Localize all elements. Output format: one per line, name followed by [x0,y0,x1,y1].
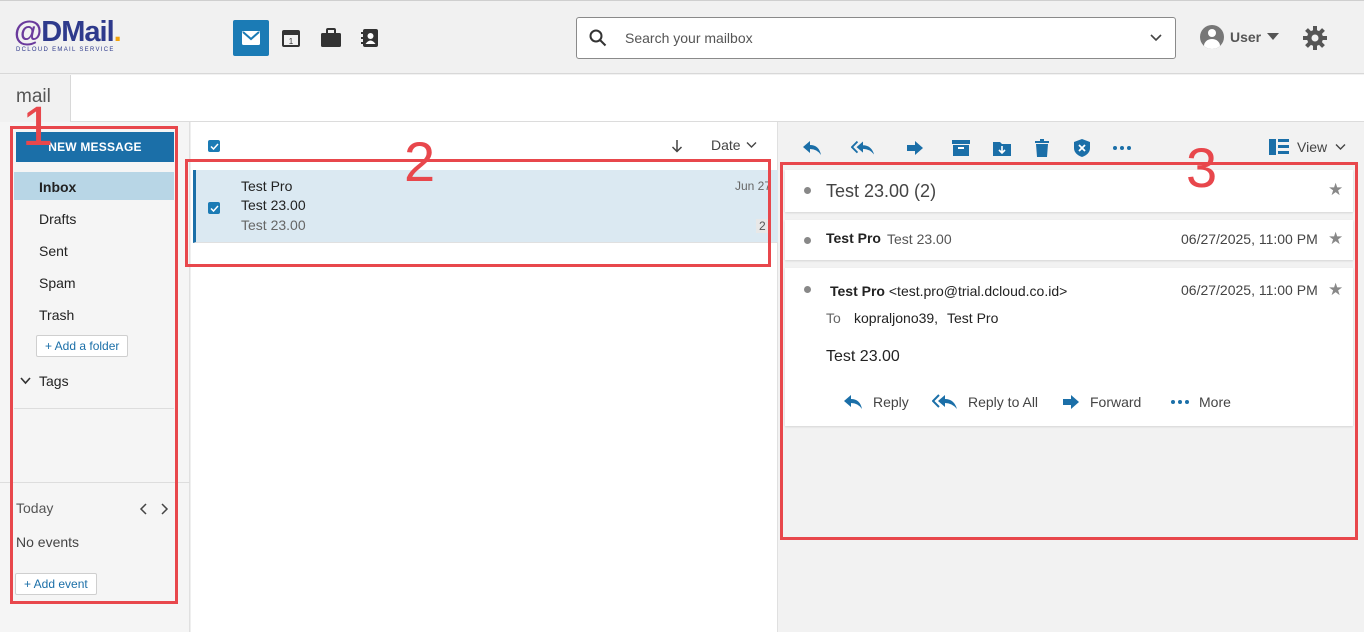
top-header: @DMail. DCLOUD EMAIL SERVICE 1 User [0,0,1364,74]
dmail-logo[interactable]: @DMail. DCLOUD EMAIL SERVICE [14,17,134,57]
layout-icon [1269,139,1289,155]
sort-date-dropdown[interactable]: Date [711,137,757,153]
sort-label: Date [711,137,741,153]
toolbar-forward-button[interactable] [903,136,927,160]
search-input[interactable] [625,18,1125,58]
toolbar-more-button[interactable] [1110,136,1134,160]
avatar [1200,25,1224,49]
svg-text:1: 1 [289,37,294,46]
tab-row: mail [0,75,1364,122]
trash-icon [1035,139,1049,157]
archive-icon [952,140,970,156]
view-dropdown[interactable]: View [1269,139,1346,155]
toolbar-reply-button[interactable] [800,136,824,160]
mail-icon [242,31,260,45]
calendar-icon: 1 [282,30,300,47]
search-icon [589,29,607,47]
select-all-checkbox[interactable] [208,140,220,152]
chevron-down-icon [1335,144,1346,150]
annotation-number-1: 1 [22,94,54,157]
user-label: User [1230,29,1262,45]
annotation-number-2: 2 [404,130,436,193]
more-dots-icon [1113,146,1131,150]
sort-direction-icon[interactable] [671,139,683,153]
reply-icon [803,141,821,155]
gear-icon[interactable] [1302,25,1328,51]
annotation-box-1 [10,126,178,604]
calendar-app-button[interactable]: 1 [273,20,309,56]
shield-icon [1074,139,1090,157]
chevron-down-icon[interactable] [1150,33,1162,43]
check-icon [209,142,219,150]
annotation-number-3: 3 [1186,136,1218,199]
contacts-app-button[interactable] [352,20,388,56]
toolbar-reply-all-button[interactable] [851,136,875,160]
user-menu[interactable]: User [1200,25,1280,49]
chevron-down-icon [746,142,757,148]
contacts-icon [361,29,378,47]
toolbar-move-button[interactable] [990,136,1014,160]
reply-all-icon [851,140,875,155]
briefcase-app-button[interactable] [313,20,349,56]
view-label: View [1297,139,1328,155]
forward-icon [907,141,923,155]
toolbar-delete-button[interactable] [1030,136,1054,160]
briefcase-icon [321,28,341,47]
mail-app-button[interactable] [233,20,269,56]
toolbar-spam-button[interactable] [1070,136,1094,160]
caret-down-icon [1267,33,1280,40]
annotation-box-2 [185,159,771,267]
annotation-box-3 [780,162,1358,540]
toolbar-archive-button[interactable] [949,136,973,160]
search-bar[interactable] [576,17,1176,59]
move-to-folder-icon [993,142,1011,156]
